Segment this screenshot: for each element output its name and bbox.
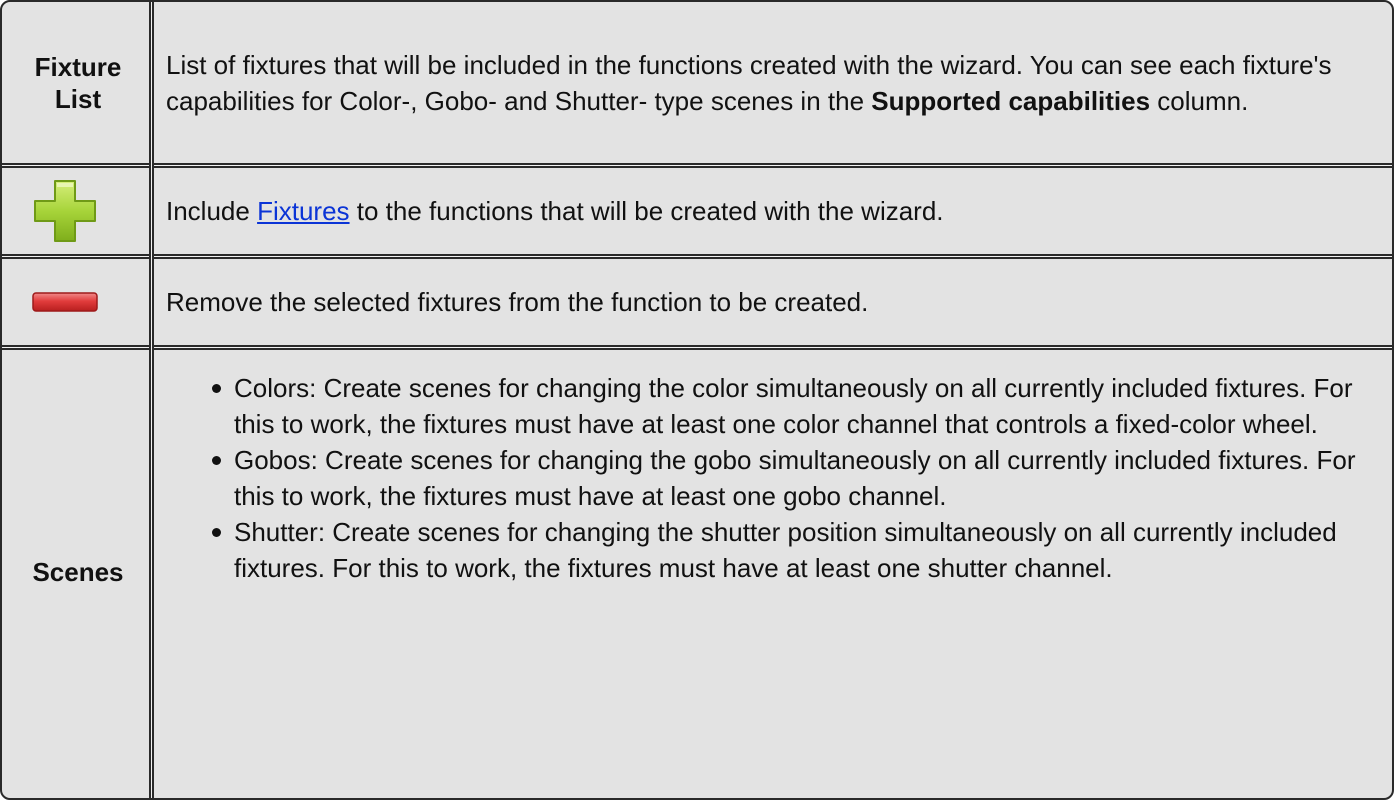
row-header-cell: Scenes — [2, 350, 154, 794]
row-divider — [2, 254, 1392, 259]
list-item: Gobos: Create scenes for changing the go… — [212, 442, 1392, 514]
row-description-cell: Remove the selected fixtures from the fu… — [154, 259, 1392, 345]
add-icon[interactable] — [31, 177, 99, 245]
list-item: Shutter: Create scenes for changing the … — [212, 514, 1392, 586]
scenes-list: Colors: Create scenes for changing the c… — [154, 370, 1392, 586]
list-item: Colors: Create scenes for changing the c… — [212, 370, 1392, 442]
row-icon-cell — [2, 259, 154, 345]
row-divider — [2, 163, 1392, 168]
add-description: Include Fixtures to the functions that w… — [154, 193, 954, 229]
row-icon-cell — [2, 168, 154, 254]
description-text-end: to the functions that will be created wi… — [349, 196, 944, 226]
row-description-cell: Colors: Create scenes for changing the c… — [154, 350, 1392, 794]
fixture-list-description: List of fixtures that will be included i… — [154, 47, 1392, 119]
column-divider — [149, 2, 154, 798]
table-row-remove: Remove the selected fixtures from the fu… — [2, 259, 1392, 345]
help-table: Fixture List List of fixtures that will … — [0, 0, 1394, 800]
bullet-icon — [212, 384, 221, 393]
remove-icon[interactable] — [31, 291, 99, 313]
row-label-scenes: Scenes — [32, 557, 124, 587]
description-bold-text: Supported capabilities — [871, 85, 1151, 116]
row-divider — [2, 345, 1392, 350]
list-item-text: Colors: Create scenes for changing the c… — [234, 373, 1353, 439]
row-header-cell: Fixture List — [2, 2, 154, 163]
description-text: Include — [166, 196, 258, 226]
table-row-scenes: Scenes Colors: Create scenes for changin… — [2, 350, 1392, 794]
row-label-fixture-list: Fixture List — [34, 51, 122, 114]
bullet-icon — [212, 456, 221, 465]
list-item-text: Gobos: Create scenes for changing the go… — [234, 445, 1356, 511]
bullet-icon — [212, 528, 221, 537]
list-item-text: Shutter: Create scenes for changing the … — [234, 517, 1337, 583]
row-description-cell: Include Fixtures to the functions that w… — [154, 168, 1392, 254]
table-row-fixture-list: Fixture List List of fixtures that will … — [2, 2, 1392, 163]
remove-description: Remove the selected fixtures from the fu… — [166, 287, 869, 317]
description-text-end: column. — [1150, 85, 1249, 116]
row-description-cell: List of fixtures that will be included i… — [154, 2, 1392, 163]
table-row-add: Include Fixtures to the functions that w… — [2, 168, 1392, 254]
fixtures-link[interactable]: Fixtures — [257, 196, 349, 226]
